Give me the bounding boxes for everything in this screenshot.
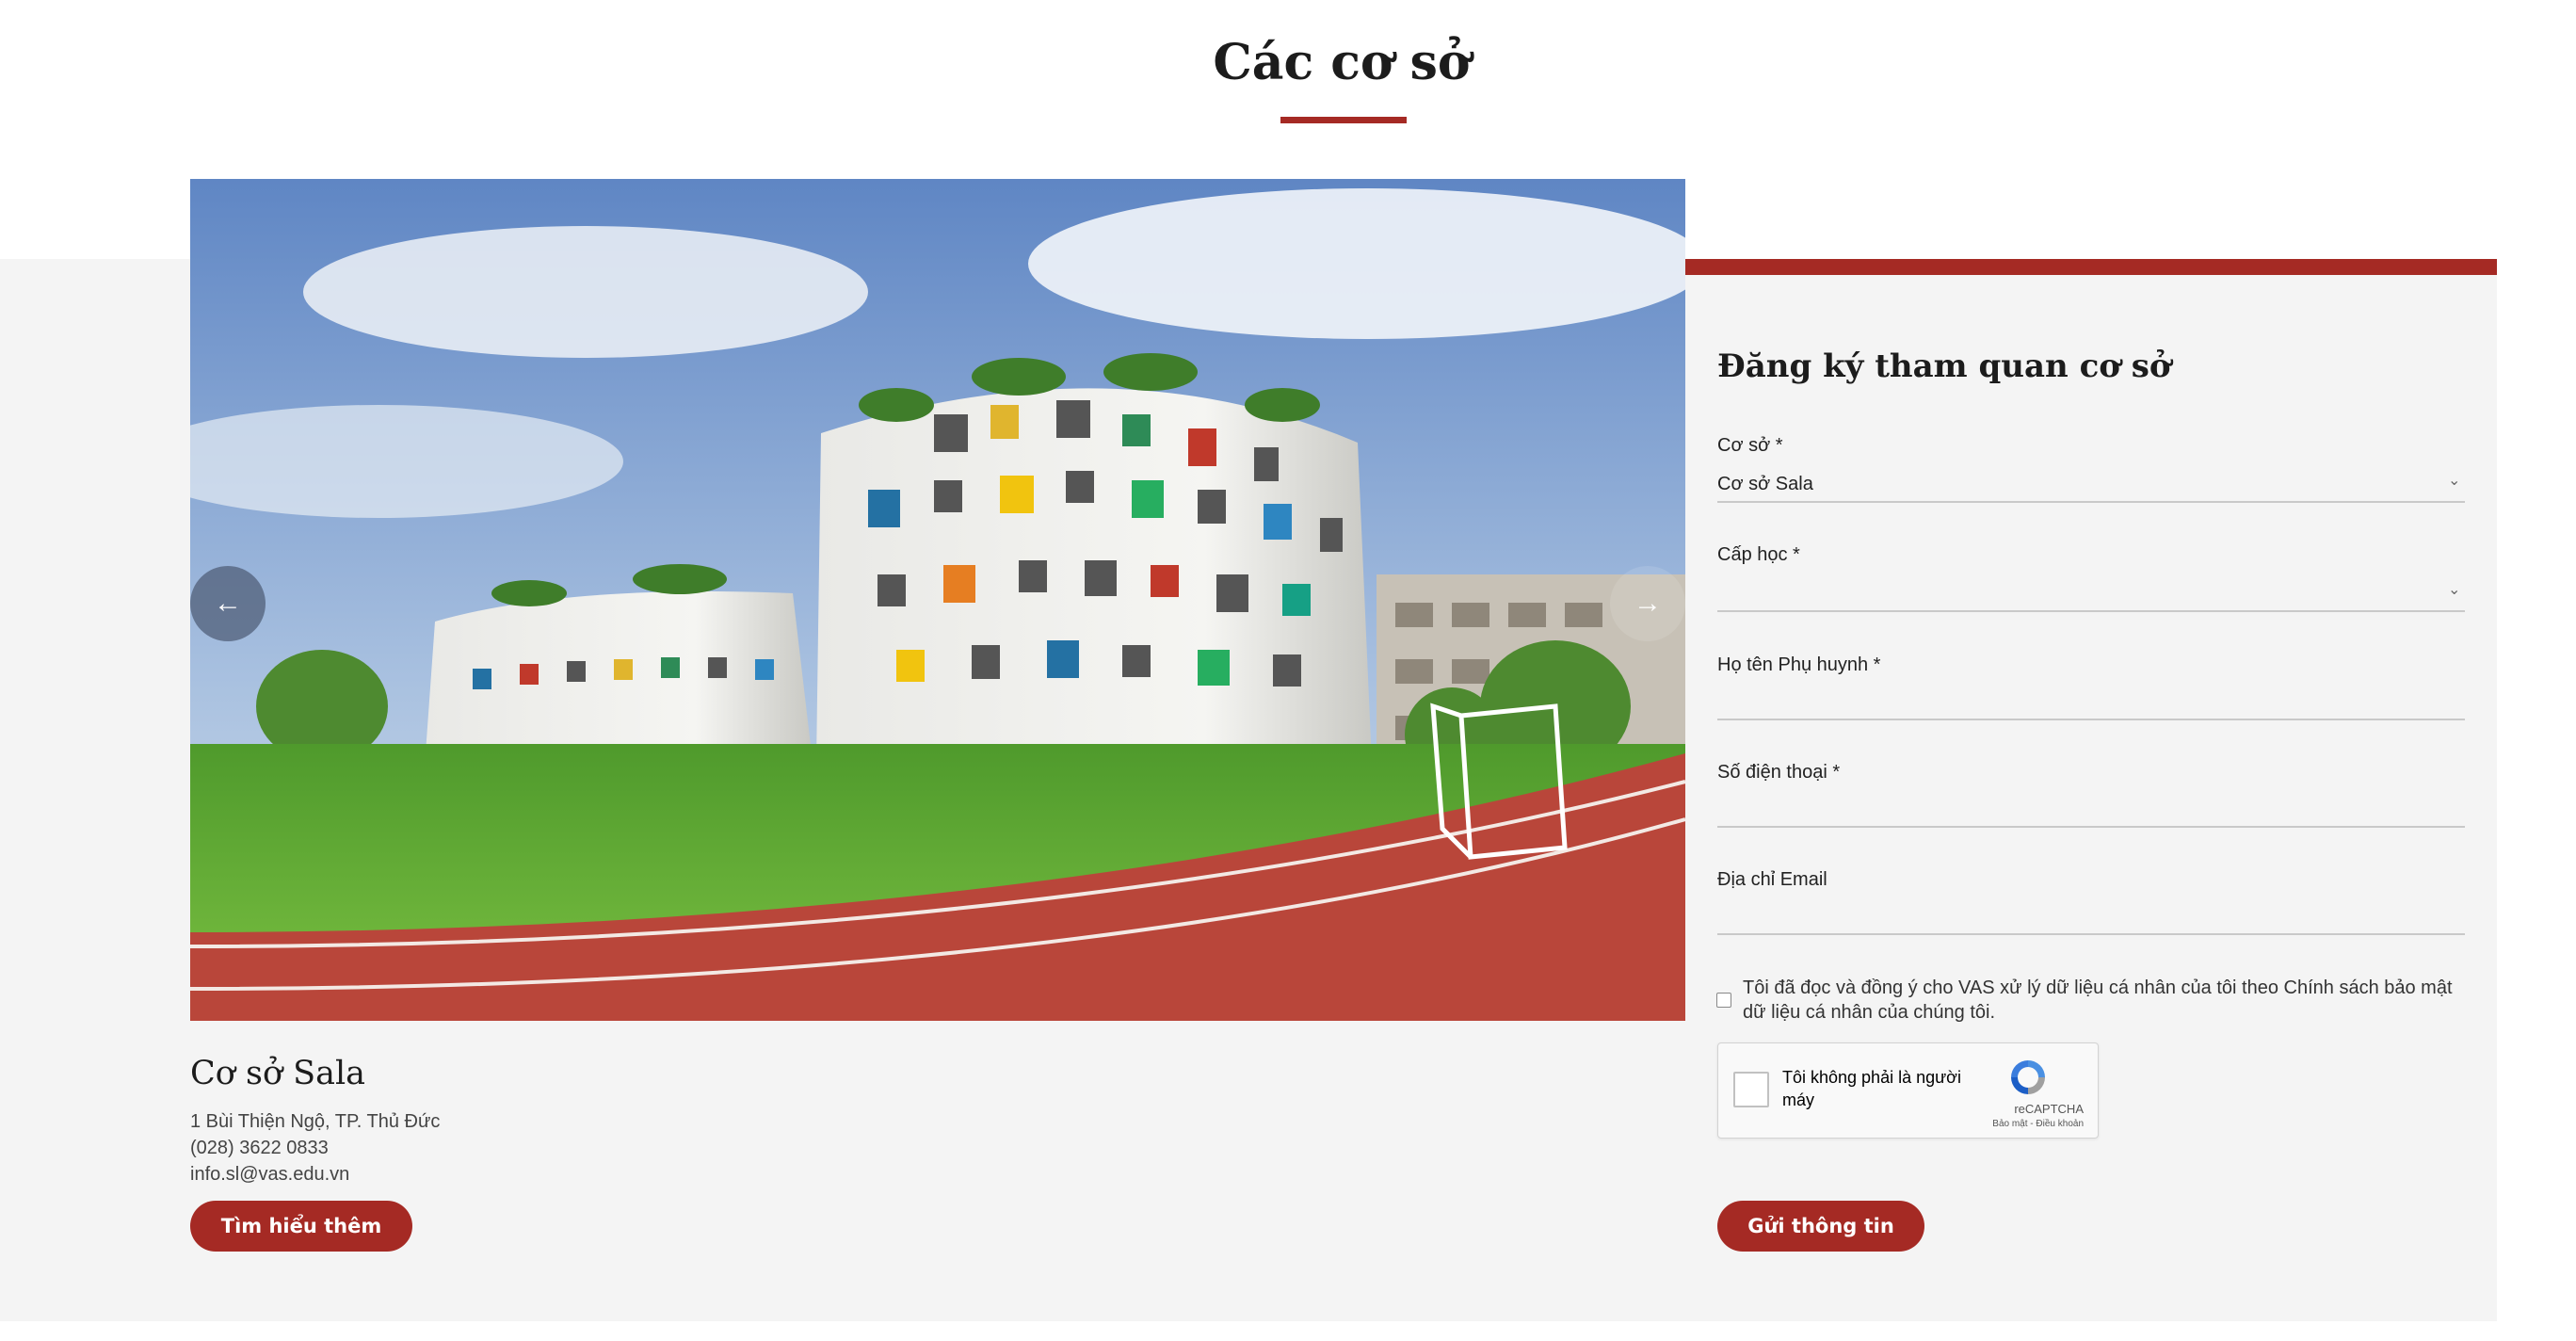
phone-label: Số điện thoại * [1717, 762, 1841, 783]
email-underline [1717, 933, 2465, 935]
campus-select[interactable]: Cơ sở Sala [1717, 474, 1813, 495]
campus-carousel [190, 179, 1685, 1021]
campus-select-label: Cơ sở * [1717, 435, 1783, 456]
campus-select-underline [1717, 501, 2465, 503]
campus-email: info.sl@vas.edu.vn [190, 1164, 350, 1185]
campus-phone: (028) 3622 0833 [190, 1138, 329, 1158]
email-label: Địa chỉ Email [1717, 869, 1827, 890]
level-select-label: Cấp học * [1717, 544, 1800, 565]
title-underline [1280, 117, 1407, 123]
level-select-underline [1717, 610, 2465, 612]
recaptcha-links[interactable]: Bảo mật - Điều khoản [1954, 1119, 2084, 1129]
campus-name: Cơ sở Sala [190, 1055, 366, 1092]
phone-input[interactable] [1717, 797, 2465, 825]
page-title: Các cơ sở [1213, 34, 1471, 91]
recaptcha-label: Tôi không phải là người máy [1782, 1068, 1961, 1109]
campus-address: 1 Bùi Thiện Ngộ, TP. Thủ Đức [190, 1111, 441, 1132]
parent-name-underline [1717, 719, 2465, 720]
campus-photo [190, 179, 1685, 1021]
chevron-down-icon: ⌄ [2448, 473, 2461, 489]
recaptcha-widget: Tôi không phải là người máy reCAPTCHA Bả… [1717, 1042, 2099, 1139]
recaptcha-logo-icon [2011, 1060, 2045, 1094]
consent-checkbox[interactable] [1716, 993, 1731, 1008]
chevron-down-icon: ⌄ [2448, 582, 2461, 598]
carousel-next-button[interactable]: → [1610, 566, 1685, 641]
consent-text: Tôi đã đọc và đồng ý cho VAS xử lý dữ li… [1743, 977, 2453, 1023]
recaptcha-brand: reCAPTCHA [2014, 1102, 2084, 1116]
carousel-prev-button[interactable]: ← [190, 566, 266, 641]
form-accent-bar [1685, 259, 2497, 275]
form-title: Đăng ký tham quan cơ sở [1717, 347, 2171, 385]
parent-name-label: Họ tên Phụ huynh * [1717, 654, 1881, 675]
arrow-left-icon: ← [214, 588, 242, 619]
arrow-right-icon: → [1634, 588, 1662, 619]
parent-name-input[interactable] [1717, 689, 2465, 718]
phone-underline [1717, 826, 2465, 828]
level-select[interactable] [1717, 582, 2433, 606]
recaptcha-checkbox[interactable] [1733, 1072, 1769, 1107]
submit-button[interactable]: Gửi thông tin [1717, 1201, 1924, 1252]
email-input[interactable] [1717, 904, 2465, 932]
learn-more-button[interactable]: Tìm hiểu thêm [190, 1201, 412, 1252]
